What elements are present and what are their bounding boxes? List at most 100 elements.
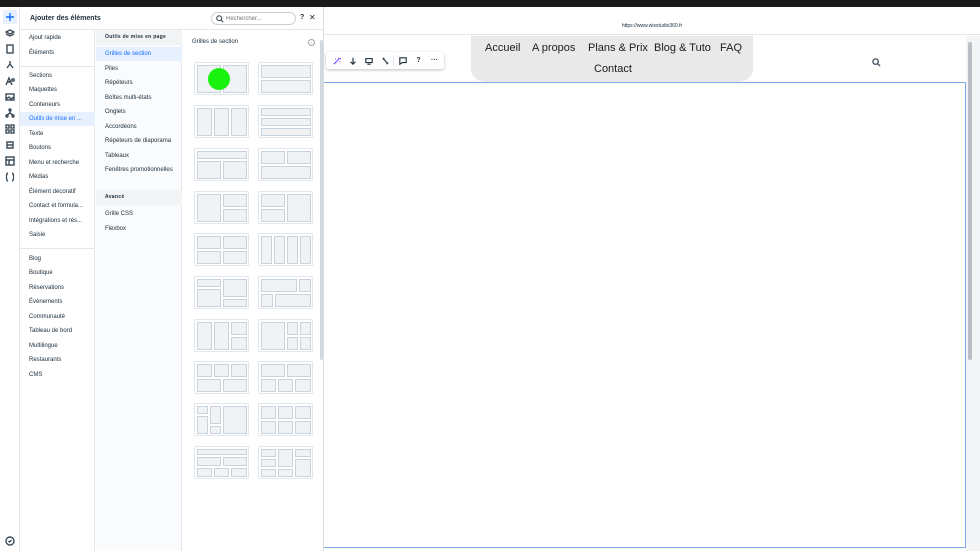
scrollbar-thumb[interactable]: [968, 42, 972, 360]
category-item[interactable]: Médias: [20, 170, 95, 184]
grid-template-thumbnail[interactable]: [194, 361, 249, 394]
grid-template-thumbnail[interactable]: [194, 276, 249, 309]
top-bar: [0, 0, 980, 7]
category-item[interactable]: Maquettes: [20, 83, 95, 97]
layers-icon[interactable]: [3, 26, 17, 40]
grid-template-thumbnail[interactable]: [194, 403, 249, 436]
more-options-icon[interactable]: ···: [429, 55, 440, 66]
subcategory-heading: Outils de mise en page: [96, 30, 182, 45]
grid-template-thumbnail[interactable]: [258, 403, 313, 436]
layout-icon[interactable]: [363, 55, 374, 66]
category-item[interactable]: Conteneurs: [20, 98, 95, 112]
search-input[interactable]: [226, 14, 292, 24]
grid-template-thumbnail[interactable]: [194, 148, 249, 181]
grid-template-thumbnail[interactable]: [258, 233, 313, 266]
url-bar: https://www.wixstudio360.fr: [324, 17, 980, 35]
subcategory-item[interactable]: Accordéons: [96, 120, 182, 134]
site-search-button[interactable]: [872, 54, 881, 72]
grid-template-thumbnail[interactable]: [194, 62, 249, 95]
business-icon[interactable]: [3, 138, 17, 152]
category-item[interactable]: Texte: [20, 127, 95, 141]
ai-magic-icon[interactable]: [331, 55, 342, 66]
toolbar-divider: [393, 55, 394, 66]
connections-icon[interactable]: [3, 106, 17, 120]
site-canvas[interactable]: Accueil A propos Plans & Prix Blog & Tut…: [324, 36, 966, 548]
info-icon[interactable]: i: [308, 39, 315, 46]
preview-scrollbar[interactable]: [320, 40, 323, 360]
media-icon[interactable]: [3, 90, 17, 104]
subcategory-list: Outils de mise en page Grilles de sectio…: [96, 30, 182, 551]
toolbar-help-button[interactable]: ?: [413, 55, 424, 66]
grid-template-thumbnail[interactable]: [194, 105, 249, 138]
subcategory-item[interactable]: Grille CSS: [96, 207, 182, 221]
grid-template-thumbnail[interactable]: [194, 446, 249, 479]
subcategory-item-active[interactable]: Grilles de section: [96, 47, 182, 61]
nav-item-contact[interactable]: Contact: [594, 63, 632, 75]
code-icon[interactable]: [3, 170, 17, 184]
subcategory-item[interactable]: Tableaux: [96, 149, 182, 163]
category-item[interactable]: Contact et formula...: [20, 199, 95, 213]
subcategory-item[interactable]: Fenêtres promotionnelles: [96, 163, 182, 177]
subcategory-item[interactable]: Boîtes multi-états: [96, 91, 182, 105]
nav-item-faq[interactable]: FAQ: [720, 42, 742, 54]
grid-template-thumbnail[interactable]: [258, 446, 313, 479]
category-item[interactable]: Blog: [20, 252, 95, 266]
grid-template-thumbnail[interactable]: [194, 191, 249, 224]
page-scrollbar[interactable]: [966, 36, 980, 551]
grid-template-thumbnail[interactable]: [258, 105, 313, 138]
nav-item-plans-prix[interactable]: Plans & Prix: [588, 42, 648, 54]
subcategory-item[interactable]: Répéteurs: [96, 76, 182, 90]
move-down-icon[interactable]: [347, 55, 358, 66]
grid-template-thumbnail[interactable]: [258, 62, 313, 95]
grid-template-thumbnail[interactable]: [258, 276, 313, 309]
highlight-dot: [208, 68, 230, 90]
subcategory-item[interactable]: Onglets: [96, 105, 182, 119]
nav-item-blog-tuto[interactable]: Blog & Tuto: [654, 42, 711, 54]
divider: [20, 66, 95, 67]
cms-icon[interactable]: [3, 154, 17, 168]
category-item[interactable]: Élément décoratif: [20, 185, 95, 199]
panel-close-button[interactable]: ✕: [309, 13, 316, 22]
site-navigation: Accueil A propos Plans & Prix Blog & Tut…: [471, 36, 753, 82]
category-item[interactable]: Boutons: [20, 141, 95, 155]
category-item[interactable]: Multilingue: [20, 339, 95, 353]
add-elements-icon[interactable]: [3, 10, 17, 24]
category-item[interactable]: Sections: [20, 69, 95, 83]
subcategory-item[interactable]: Piles: [96, 62, 182, 76]
add-elements-panel: Ajouter des éléments ? ✕ Ajout rapide Él…: [20, 7, 324, 551]
category-item[interactable]: Boutique: [20, 266, 95, 280]
search-box[interactable]: [211, 12, 296, 25]
nav-item-accueil[interactable]: Accueil: [485, 42, 520, 54]
pages-icon[interactable]: [3, 42, 17, 56]
advanced-heading: Avancé: [96, 190, 182, 205]
grid-template-thumbnail[interactable]: [194, 233, 249, 266]
grid-template-thumbnail[interactable]: [258, 319, 313, 352]
apps-icon[interactable]: [3, 122, 17, 136]
nav-item-a-propos[interactable]: A propos: [532, 42, 575, 54]
grid-template-thumbnail[interactable]: [194, 319, 249, 352]
category-item[interactable]: Restaurants: [20, 353, 95, 367]
category-item-active[interactable]: Outils de mise en ...: [20, 112, 95, 126]
category-item[interactable]: CMS: [20, 368, 95, 382]
grid-template-thumbnail[interactable]: [258, 191, 313, 224]
help-center-icon[interactable]: [3, 534, 17, 548]
grid-template-thumbnail[interactable]: [258, 361, 313, 394]
site-structure-icon[interactable]: [3, 58, 17, 72]
category-item[interactable]: Éléments: [20, 46, 95, 60]
design-icon[interactable]: [3, 74, 17, 88]
category-item[interactable]: Ajout rapide: [20, 31, 95, 45]
category-item[interactable]: Communauté: [20, 310, 95, 324]
comment-icon[interactable]: [397, 55, 408, 66]
category-item[interactable]: Saisie: [20, 228, 95, 242]
subcategory-item[interactable]: Flexbox: [96, 222, 182, 236]
selected-section[interactable]: [324, 82, 966, 548]
category-item[interactable]: Menu et recherche: [20, 156, 95, 170]
category-item[interactable]: Intégrations et rés...: [20, 214, 95, 228]
panel-help-button[interactable]: ?: [300, 14, 304, 21]
category-item[interactable]: Réservations: [20, 281, 95, 295]
grid-template-thumbnail[interactable]: [258, 148, 313, 181]
category-item[interactable]: Tableau de bord: [20, 324, 95, 338]
category-item[interactable]: Événements: [20, 295, 95, 309]
link-icon[interactable]: [379, 55, 390, 66]
subcategory-item[interactable]: Répéteurs de diaporama: [96, 134, 182, 148]
